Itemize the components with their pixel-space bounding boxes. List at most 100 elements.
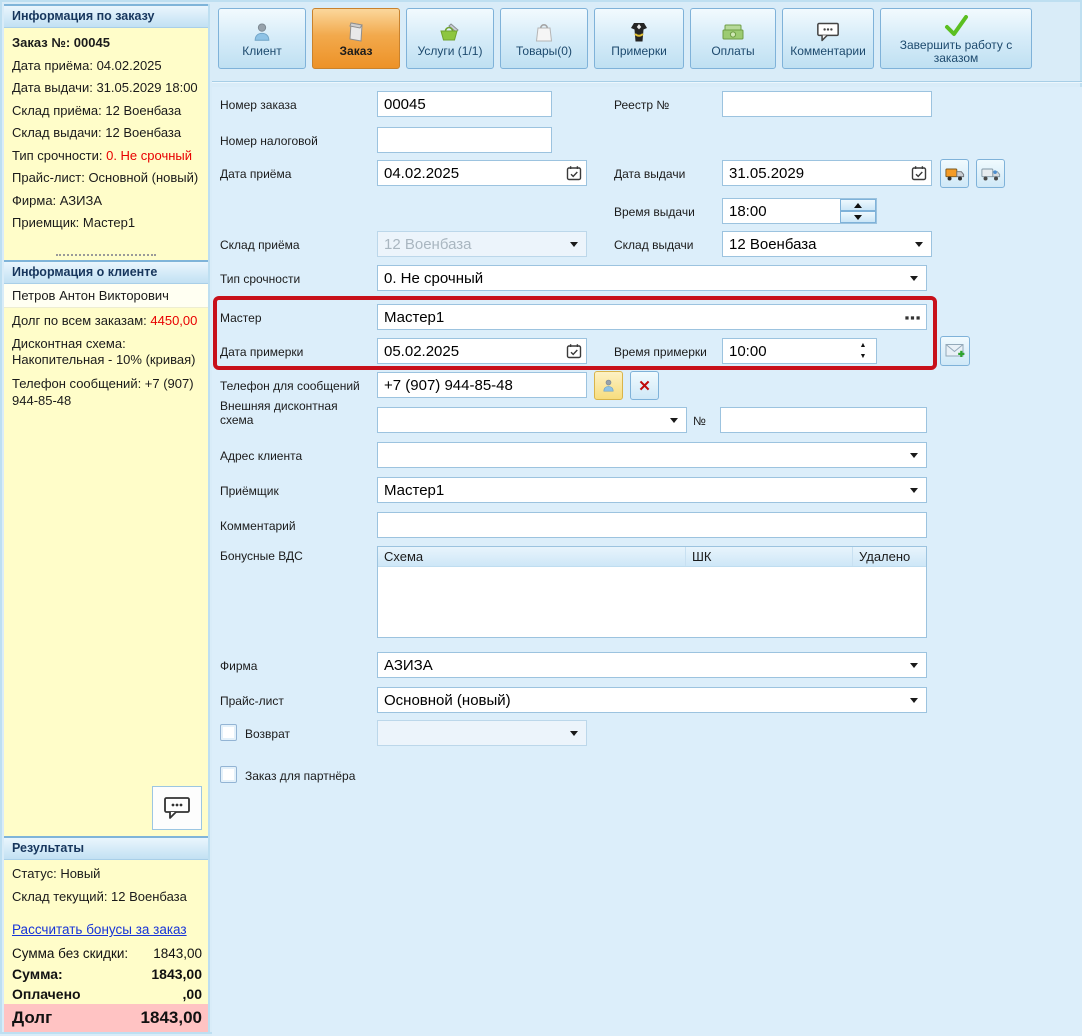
calc-bonuses-link[interactable]: Рассчитать бонусы за заказ [12,922,187,937]
panel-splitter[interactable] [4,250,208,260]
bonus-vds-label: Бонусные ВДС [220,549,303,563]
client-address-select[interactable] [377,442,927,468]
chevron-down-icon [910,276,918,281]
calendar-icon[interactable] [562,343,586,359]
fitting-date-label: Дата примерки [220,345,303,359]
courier-delivery-button[interactable] [976,159,1005,188]
tab-services[interactable]: Услуги (1/1) [406,8,494,69]
calendar-icon[interactable] [562,165,586,181]
tab-comments[interactable]: Комментарии [782,8,874,69]
return-label: Возврат [245,727,290,741]
tab-fittings[interactable]: Примерки [594,8,684,69]
receiver-select[interactable]: Мастер1 [377,477,927,503]
debt-total-row: Долг 1843,00 [4,1004,208,1032]
results-panel: Статус: Новый Склад текущий: 12 Военбаза… [4,860,208,1032]
calendar-icon[interactable] [907,165,931,181]
return-reason-select [377,720,587,746]
client-phone-button[interactable] [594,371,623,400]
return-checkbox[interactable] [220,724,237,741]
ext-discount-no-input[interactable] [720,407,927,433]
banknotes-icon [721,19,745,45]
fitting-time-stepper[interactable]: ▲ ▼ [850,342,876,360]
send-sms-button[interactable] [940,336,970,366]
step-down-icon[interactable]: ▼ [860,353,867,360]
accept-date-field[interactable] [377,160,587,186]
ellipsis-icon[interactable]: ▪▪▪ [900,310,926,325]
splitter-grip-icon [56,254,156,256]
issue-date-field[interactable] [722,160,932,186]
person-icon [251,19,273,45]
sidebar: Информация по заказу Заказ №: 00045 Дата… [4,4,210,1032]
client-discount-label: Дисконтная схема: [12,337,202,351]
bonus-vds-table-header: Схема ШК Удалено [378,547,926,567]
summary-row: Склад выдачи: 12 Военбаза [12,126,202,140]
current-warehouse-row: Склад текущий: 12 Военбаза [12,890,202,904]
ext-discount-select[interactable] [377,407,687,433]
pricelist-select[interactable]: Основной (новый) [377,687,927,713]
column-header[interactable]: Удалено [853,547,926,566]
client-info-panel: Долг по всем заказам: 4450,00 Дисконтная… [4,308,208,422]
issue-warehouse-select[interactable]: 12 Военбаза [722,231,932,257]
step-down-icon[interactable] [840,211,876,223]
comment-label: Комментарий [220,519,296,533]
order-comment-button[interactable] [152,786,202,830]
tax-number-input[interactable] [377,127,552,153]
master-input[interactable] [378,309,900,326]
accept-date-input[interactable] [378,165,562,182]
summary-row-urgency: Тип срочности: 0. Не срочный [12,149,202,163]
fitting-time-input[interactable] [723,343,850,360]
fitting-time-field[interactable]: ▲ ▼ [722,338,877,364]
chevron-down-icon [570,242,578,247]
debt-label: Долг [12,1008,52,1028]
order-toolbar: Клиент Заказ Услуги (1/1) Товары(0) [218,8,1032,69]
firm-label: Фирма [220,659,257,673]
master-field[interactable]: ▪▪▪ [377,304,927,330]
ext-discount-no-label: № [693,414,706,428]
fitting-date-field[interactable] [377,338,587,364]
tab-order[interactable]: Заказ [312,8,400,69]
mail-plus-icon [945,343,965,360]
chevron-down-icon [910,663,918,668]
main-area: Клиент Заказ Услуги (1/1) Товары(0) [212,2,1082,1036]
accept-warehouse-select: 12 Военбаза [377,231,587,257]
issue-time-field[interactable] [722,198,877,224]
issue-date-label: Дата выдачи [614,167,685,181]
gray-truck-icon [981,166,1001,182]
fitting-date-input[interactable] [378,343,562,360]
bonus-vds-table[interactable]: Схема ШК Удалено [377,546,927,638]
pricelist-label: Прайс-лист [220,694,284,708]
step-up-icon[interactable] [840,199,876,211]
issue-time-label: Время выдачи [614,205,695,219]
document-icon [346,19,366,45]
phone-input[interactable] [377,372,587,398]
comment-input[interactable] [377,512,927,538]
summary-row: Приемщик: Мастер1 [12,216,202,230]
clear-phone-button[interactable]: ✕ [630,371,659,400]
issue-time-input[interactable] [723,203,840,220]
tab-client[interactable]: Клиент [218,8,306,69]
finish-order-button[interactable]: Завершить работу с заказом [880,8,1032,69]
step-up-icon[interactable]: ▲ [860,342,867,349]
speech-bubble-ellipsis-icon [815,19,841,45]
column-header[interactable]: ШК [686,547,853,566]
delivery-button[interactable] [940,159,969,188]
tax-number-label: Номер налоговой [220,134,318,148]
partner-order-checkbox[interactable] [220,766,237,783]
receiver-label: Приёмщик [220,484,279,498]
issue-date-input[interactable] [723,165,907,182]
firm-select[interactable]: АЗИЗА [377,652,927,678]
fitting-time-label: Время примерки [614,345,707,359]
speech-bubble-ellipsis-icon [162,795,192,821]
tab-goods[interactable]: Товары(0) [500,8,588,69]
tab-payments[interactable]: Оплаты [690,8,776,69]
urgency-select[interactable]: 0. Не срочный [377,265,927,291]
chevron-down-icon [915,242,923,247]
client-name: Петров Антон Викторович [4,284,208,308]
column-header[interactable]: Схема [378,547,686,566]
registry-input[interactable] [722,91,932,117]
sidebar-spacer [4,422,208,837]
debt-value: 1843,00 [141,1008,202,1028]
order-number-input[interactable] [377,91,552,117]
order-number-label: Номер заказа [220,98,297,112]
issue-time-stepper[interactable] [840,199,876,223]
